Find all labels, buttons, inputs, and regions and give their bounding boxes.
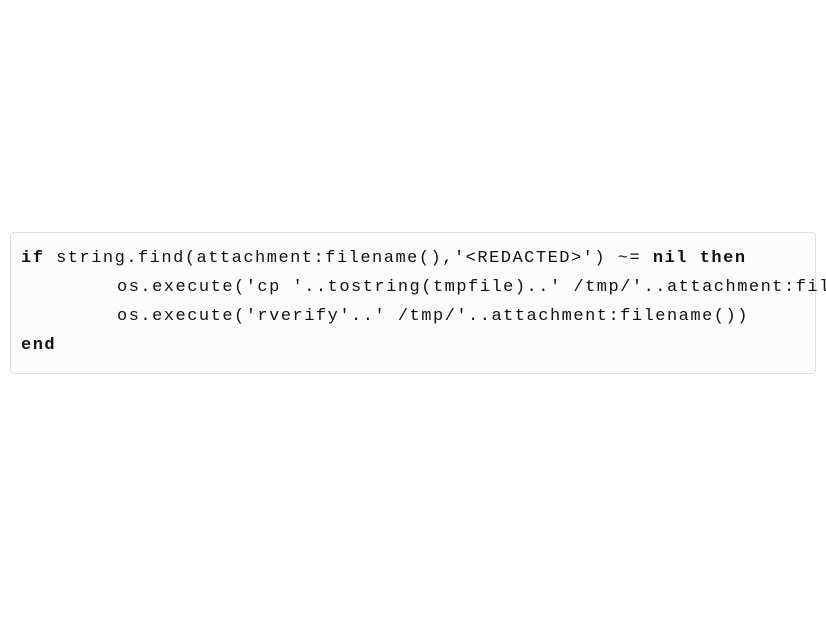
code-line-2: os.execute('cp '..tostring(tmpfile)..' /…	[21, 274, 805, 303]
code-block: if string.find(attachment:filename(),'<R…	[10, 232, 816, 374]
keyword-end: end	[21, 336, 56, 355]
code-text: string.find(attachment:filename(),'<REDA…	[44, 249, 653, 268]
keyword-then: then	[700, 249, 747, 268]
code-line-3: os.execute('rverify'..' /tmp/'..attachme…	[21, 303, 805, 332]
code-line-1: if string.find(attachment:filename(),'<R…	[21, 245, 805, 274]
code-text	[688, 249, 700, 268]
keyword-if: if	[21, 249, 44, 268]
code-line-4: end	[21, 332, 805, 361]
keyword-nil: nil	[653, 249, 688, 268]
